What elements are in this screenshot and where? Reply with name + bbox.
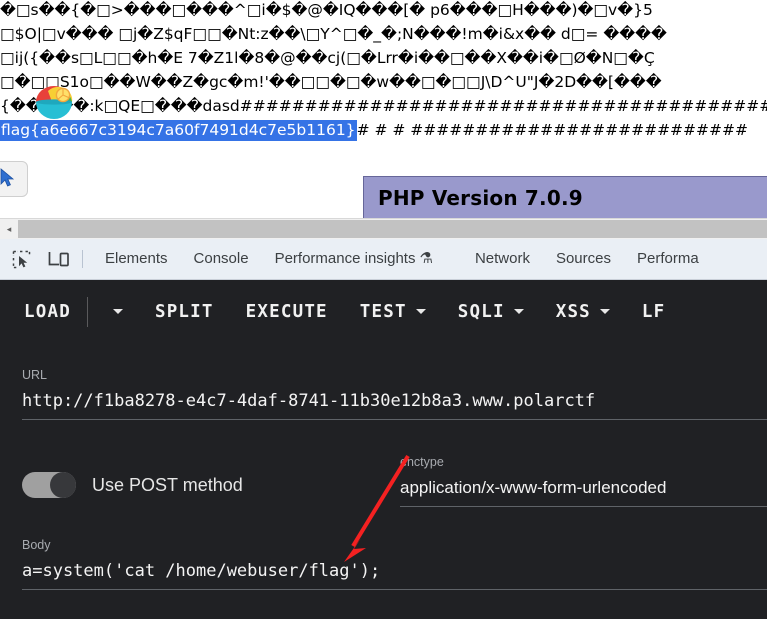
lfi-button-label: LF [641,301,666,322]
mouse-cursor-icon [0,168,15,187]
shaved-ice-bowl-icon [36,86,73,119]
garbage-line: {�����:k□QE□���dasd#####################… [0,97,767,115]
body-label: Body [22,538,51,552]
test-button[interactable]: TEST [360,302,426,322]
flag-trailing-hashes: # # # ########################## [356,121,748,139]
inspect-element-icon[interactable] [4,244,38,274]
tab-sources[interactable]: Sources [543,239,624,279]
field-underline [400,506,767,507]
scroll-left-arrow-icon[interactable]: ◂ [0,219,18,239]
sqli-button[interactable]: SQLI [458,302,524,322]
lfi-button[interactable]: LF [642,302,665,322]
url-input[interactable]: http://f1ba8278-e4c7-4daf-8741-11b30e12b… [22,391,767,411]
garbage-line: □�□□S1o□��W��Z�gc�m!'��□□�□�w��□�□□J\D^U… [0,73,662,91]
device-toolbar-icon[interactable] [42,244,76,274]
horizontal-scrollbar[interactable]: ◂ [0,218,767,239]
load-button-label: LOAD [24,301,71,322]
enctype-field[interactable]: enctype application/x-www-form-urlencode… [400,455,767,507]
flag-text-selected: flag{a6e667c3194c7a60f7491d4c7e5b1161} [0,120,357,141]
toggle-knob [50,472,76,498]
field-underline [22,589,767,590]
toolbar-divider [86,296,88,327]
use-post-method-row[interactable]: Use POST method [22,472,243,498]
load-dropdown-button[interactable] [104,309,123,314]
url-label: URL [22,368,48,382]
use-post-method-label: Use POST method [92,474,243,495]
xss-button[interactable]: XSS [556,302,610,322]
tab-performance-insights[interactable]: Performance insights ⚗ [262,239,446,279]
flask-icon: ⚗ [419,250,433,267]
url-field[interactable]: URL http://f1ba8278-e4c7-4daf-8741-11b30… [22,368,767,420]
split-button-label: SPLIT [154,301,214,322]
enctype-input[interactable]: application/x-www-form-urlencoded [400,478,767,498]
use-post-method-toggle[interactable] [22,472,76,498]
tab-network[interactable]: Network [462,239,543,279]
xss-button-label: XSS [555,301,591,322]
enctype-label: enctype [400,455,444,469]
hackbar-toolbar: LOAD SPLIT EXECUTE TEST SQLI XSS LF [0,280,767,343]
devtools-tabbar: Elements Console Performance insights ⚗ N… [0,239,767,280]
binary-garbage-text: �□s��{�□>���□���^□i�$�@�IQ���[� p6���□H�… [0,0,767,142]
field-underline [22,419,767,420]
body-field[interactable]: Body a=system('cat /home/webuser/flag'); [22,538,767,590]
hackbar-panel: LOAD SPLIT EXECUTE TEST SQLI XSS LF URL … [0,280,767,619]
execute-button[interactable]: EXECUTE [246,302,328,322]
load-button[interactable]: LOAD [24,302,71,322]
cursor-icon-tile [0,161,28,197]
scrollbar-thumb[interactable] [18,220,767,238]
split-button[interactable]: SPLIT [155,302,214,322]
chevron-down-icon [513,309,524,314]
tab-performance-insights-label: Performance insights [274,250,416,267]
garbage-line: □$O|□v��� □j�Z$qF□□�Nt:z��\□Y^□�_�;N���!… [0,25,667,43]
test-button-label: TEST [359,301,407,322]
chevron-down-icon [599,309,610,314]
execute-button-label: EXECUTE [245,301,328,322]
tab-performance[interactable]: Performa [624,239,712,279]
sqli-button-label: SQLI [457,301,505,322]
garbage-line: □ij({��s□L□□�h�E 7�Z1l�8�@��cj(□�Lrr�i��… [0,49,655,67]
garbage-line: �□s��{�□>���□���^□i�$�@�IQ���[� p6���□H�… [0,1,653,19]
toolbar-divider [82,250,83,268]
tab-elements[interactable]: Elements [92,239,181,279]
chevron-down-icon [112,309,123,314]
body-input[interactable]: a=system('cat /home/webuser/flag'); [22,561,767,581]
php-version-banner: PHP Version 7.0.9 [363,176,767,218]
browser-page-content: �□s��{�□>���□���^□i�$�@�IQ���[� p6���□H�… [0,0,767,218]
php-version-text: PHP Version 7.0.9 [378,186,583,210]
chevron-down-icon [415,309,426,314]
tab-console[interactable]: Console [181,239,262,279]
screenshot-root: �□s��{�□>���□���^□i�$�@�IQ���[� p6���□H�… [0,0,767,619]
flag-line: flag{a6e667c3194c7a60f7491d4c7e5b1161}# … [0,118,767,142]
